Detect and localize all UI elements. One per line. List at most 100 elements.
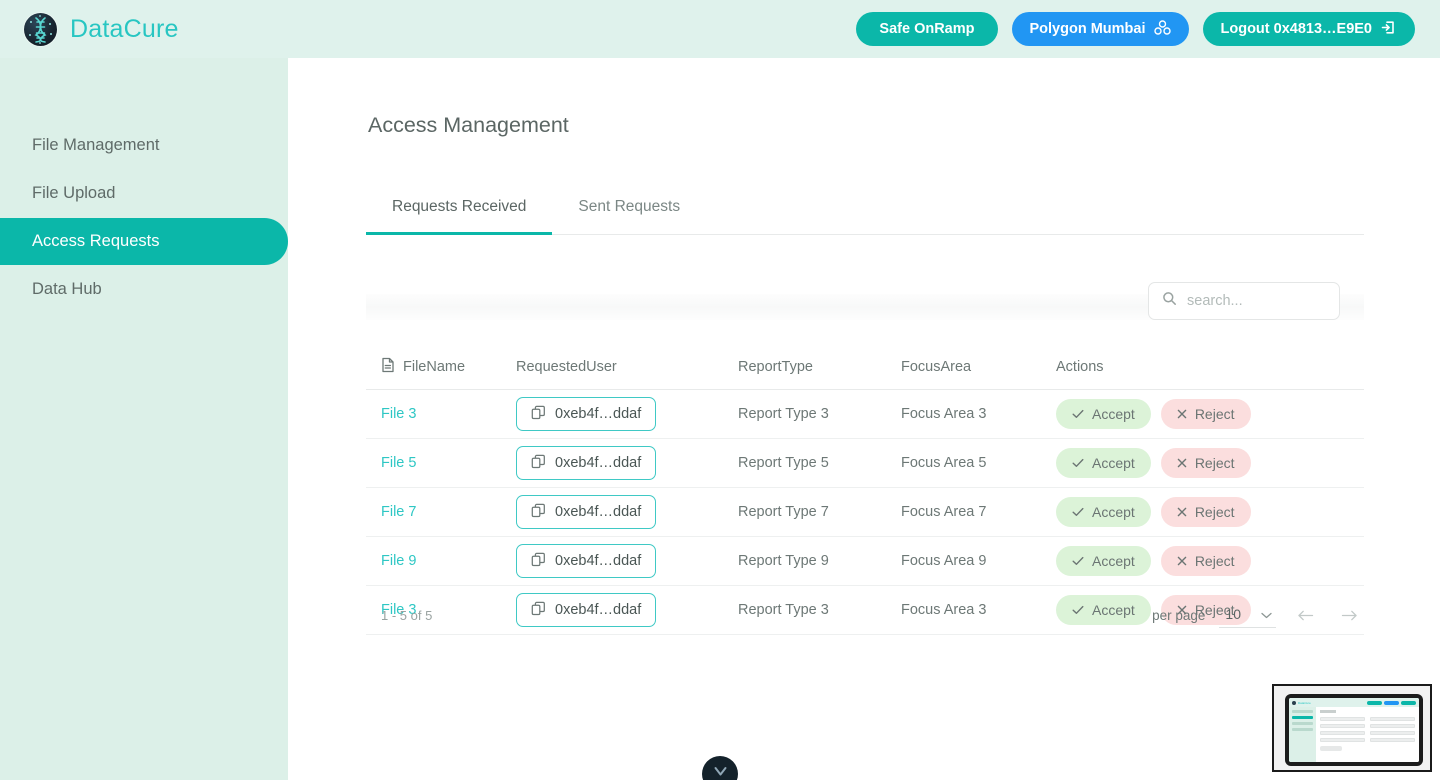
dna-helix-logo-icon [24, 12, 57, 46]
pip-screen: DataCure [1289, 698, 1419, 762]
sidebar-item-file-upload[interactable]: File Upload [0, 170, 288, 217]
cell-requesteduser: 0xeb4f…ddaf [516, 544, 738, 578]
pip-body [1289, 707, 1419, 762]
sidebar-item-data-hub[interactable]: Data Hub [0, 266, 288, 313]
cell-focusarea: Focus Area 7 [901, 504, 987, 520]
reject-label: Reject [1194, 455, 1235, 471]
table-row: File 7 0xeb4f…ddaf Report Type 7 Focus Area… [366, 488, 1364, 537]
tab-requests-received[interactable]: Requests Received [366, 184, 553, 235]
logout-button[interactable]: Logout 0x4813…E9E0 [1202, 12, 1415, 46]
cross-icon [1177, 406, 1187, 422]
safe-onramp-label: Safe OnRamp [879, 21, 975, 37]
cell-actions: Accept Reject [1056, 546, 1364, 576]
copy-icon [531, 454, 546, 473]
pip-main [1316, 707, 1419, 762]
accept-button[interactable]: Accept [1056, 497, 1151, 527]
cell-actions: Accept Reject [1056, 399, 1364, 429]
reject-button[interactable]: Reject [1160, 448, 1251, 478]
copy-icon [531, 405, 546, 424]
tab-label: Sent Requests [578, 198, 681, 215]
cross-icon [1177, 455, 1187, 471]
accept-button[interactable]: Accept [1056, 546, 1151, 576]
copy-address-chip[interactable]: 0xeb4f…ddaf [516, 446, 657, 480]
cell-focusarea: Focus Area 5 [901, 455, 987, 471]
reject-label: Reject [1194, 553, 1235, 569]
address-text: 0xeb4f…ddaf [555, 406, 642, 422]
pagination-controls: per page 10 [1152, 601, 1364, 631]
pip-field [1320, 738, 1365, 742]
sidebar-item-label: File Upload [32, 184, 116, 202]
reject-label: Reject [1194, 504, 1235, 520]
file-link[interactable]: File 7 [381, 504, 416, 520]
cell-requesteduser: 0xeb4f…ddaf [516, 495, 738, 529]
reject-button[interactable]: Reject [1160, 546, 1251, 576]
copy-address-chip[interactable]: 0xeb4f…ddaf [516, 495, 657, 529]
column-header-label: FileName [403, 358, 466, 375]
column-header-requesteduser: RequestedUser [516, 358, 617, 375]
tab-label: Requests Received [392, 198, 527, 215]
polygon-icon [1153, 19, 1171, 39]
app-header: DataCure Safe OnRamp Polygon Mumbai Logo… [0, 0, 1440, 58]
pip-laptop-frame: DataCure [1285, 694, 1423, 766]
chevron-down-icon [1261, 606, 1272, 622]
per-page-select[interactable]: 10 [1219, 603, 1276, 628]
logout-label: Logout 0x4813…E9E0 [1220, 21, 1373, 37]
accept-button[interactable]: Accept [1056, 399, 1151, 429]
cell-requesteduser: 0xeb4f…ddaf [516, 397, 738, 431]
cell-reporttype: Report Type 5 [738, 455, 829, 471]
sidebar-item-label: Access Requests [32, 232, 160, 250]
pip-logo-icon [1292, 700, 1296, 705]
sidebar-item-file-management[interactable]: File Management [0, 122, 288, 169]
sidebar: File Management File Upload Access Reque… [0, 58, 288, 780]
accept-label: Accept [1092, 553, 1135, 569]
pip-header: DataCure [1289, 698, 1419, 707]
safe-onramp-button[interactable]: Safe OnRamp [856, 12, 998, 46]
network-label: Polygon Mumbai [1029, 21, 1146, 37]
copy-icon [531, 503, 546, 522]
file-link[interactable]: File 3 [381, 406, 416, 422]
document-icon [381, 357, 395, 377]
copy-address-chip[interactable]: 0xeb4f…ddaf [516, 397, 657, 431]
pip-header-buttons [1367, 700, 1416, 705]
brand[interactable]: DataCure [0, 12, 179, 46]
tab-sent-requests[interactable]: Sent Requests [552, 184, 706, 234]
pagination-next-button[interactable] [1334, 601, 1364, 631]
column-header-actions: Actions [1056, 358, 1104, 375]
sidebar-item-label: File Management [32, 136, 160, 154]
app-root: DataCure Safe OnRamp Polygon Mumbai Logo… [0, 0, 1440, 780]
reject-button[interactable]: Reject [1160, 399, 1251, 429]
file-link[interactable]: File 5 [381, 455, 416, 471]
search-input[interactable] [1187, 293, 1317, 309]
reject-label: Reject [1194, 406, 1235, 422]
cell-reporttype: Report Type 7 [738, 504, 829, 520]
column-header-reporttype: ReportType [738, 358, 813, 375]
copy-address-chip[interactable]: 0xeb4f…ddaf [516, 544, 657, 578]
address-text: 0xeb4f…ddaf [555, 553, 642, 569]
cell-actions: Accept Reject [1056, 497, 1364, 527]
reject-button[interactable]: Reject [1160, 497, 1251, 527]
pagination-prev-button[interactable] [1290, 601, 1320, 631]
search-box[interactable] [1148, 282, 1340, 320]
picture-in-picture-preview[interactable]: DataCure [1272, 684, 1432, 772]
sidebar-item-access-requests[interactable]: Access Requests [0, 218, 288, 265]
accept-button[interactable]: Accept [1056, 448, 1151, 478]
pagination-range: 1 - 5 of 5 [381, 608, 433, 623]
copy-icon [531, 552, 546, 571]
pip-nav-item [1292, 722, 1313, 725]
table-row: File 9 0xeb4f…ddaf Report Type 9 Focus Area… [366, 537, 1364, 586]
pip-brand-name: DataCure [1298, 700, 1311, 705]
pip-nav-item [1292, 716, 1313, 719]
cell-filename: File 9 [366, 552, 516, 570]
cell-actions: Accept Reject [1056, 448, 1364, 478]
file-link[interactable]: File 9 [381, 553, 416, 569]
network-button[interactable]: Polygon Mumbai [1011, 12, 1189, 46]
table-header-row: FileName RequestedUser ReportType FocusA… [366, 344, 1364, 390]
address-text: 0xeb4f…ddaf [555, 504, 642, 520]
main-content: Access Management Requests Received Sent… [288, 58, 1440, 780]
pip-field [1370, 731, 1415, 735]
accept-label: Accept [1092, 406, 1135, 422]
search-icon [1162, 291, 1177, 311]
brand-name: DataCure [70, 14, 179, 43]
check-icon [1072, 504, 1084, 520]
pip-field [1320, 717, 1365, 721]
